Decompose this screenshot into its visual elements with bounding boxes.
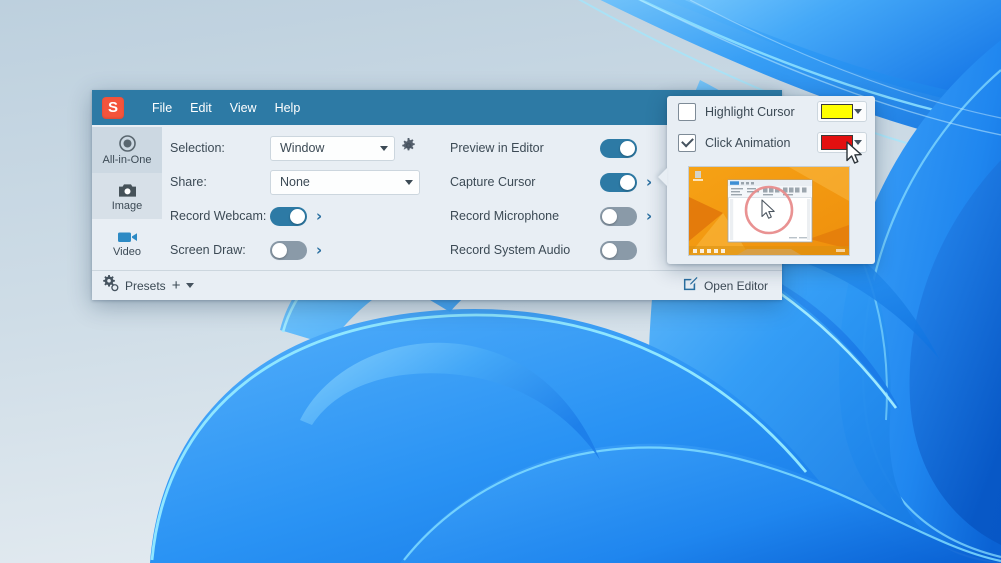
- label-preview-in-editor: Preview in Editor: [450, 141, 600, 155]
- checkbox-highlight-cursor[interactable]: [678, 103, 696, 121]
- color-picker-highlight-cursor[interactable]: [817, 101, 867, 122]
- toggle-capture-cursor[interactable]: [600, 173, 637, 192]
- color-swatch-red: [821, 135, 853, 150]
- selection-dropdown[interactable]: Window: [270, 136, 395, 161]
- chevron-down-icon: [405, 180, 413, 185]
- chevron-right-icon-record-microphone[interactable]: ›: [646, 209, 652, 224]
- click-animation-preview-thumbnail: [688, 166, 850, 256]
- setting-row-selection: Selection: Window: [170, 131, 442, 165]
- label-record-system-audio: Record System Audio: [450, 243, 600, 257]
- presets-group[interactable]: Presets +: [102, 275, 194, 297]
- capture-mode-rail: All-in-One Image Video: [92, 125, 162, 270]
- menu-file[interactable]: File: [143, 97, 181, 119]
- label-selection: Selection:: [170, 141, 270, 155]
- rail-label-all-in-one: All-in-One: [103, 154, 152, 166]
- rail-label-video: Video: [113, 246, 141, 258]
- label-highlight-cursor: Highlight Cursor: [705, 105, 817, 119]
- chevron-down-icon-presets[interactable]: [186, 283, 194, 288]
- open-editor-button[interactable]: Open Editor: [683, 276, 768, 296]
- chevron-right-icon-capture-cursor[interactable]: ›: [646, 175, 652, 190]
- checkbox-click-animation[interactable]: [678, 134, 696, 152]
- color-swatch-yellow: [821, 104, 853, 119]
- setting-row-screen-draw: Screen Draw: ›: [170, 233, 442, 267]
- chevron-down-icon-click-color: [854, 140, 862, 145]
- menu-edit[interactable]: Edit: [181, 97, 221, 119]
- toggle-knob: [290, 209, 305, 224]
- color-picker-click-animation[interactable]: [817, 132, 867, 153]
- toggle-knob: [620, 175, 635, 190]
- capture-cursor-options-popup: Highlight Cursor Click Animation: [667, 96, 875, 264]
- menu-bar: File Edit View Help: [143, 97, 309, 119]
- toggle-knob: [602, 209, 617, 224]
- toggle-record-microphone[interactable]: [600, 207, 637, 226]
- camera-icon: [118, 181, 137, 198]
- rail-item-video[interactable]: Video: [92, 219, 162, 265]
- toggle-preview-in-editor[interactable]: [600, 139, 637, 158]
- video-camera-icon: [117, 227, 138, 244]
- selection-value: Window: [280, 141, 376, 155]
- setting-row-share: Share: None: [170, 165, 442, 199]
- snagit-logo-icon: S: [102, 97, 124, 119]
- share-value: None: [280, 175, 401, 189]
- add-preset-button[interactable]: +: [172, 280, 181, 292]
- editor-pencil-icon: [683, 276, 698, 296]
- popup-row-highlight-cursor: Highlight Cursor: [667, 96, 875, 127]
- toggle-knob: [272, 243, 287, 258]
- presets-label: Presets: [125, 279, 166, 293]
- popup-row-click-animation: Click Animation: [667, 127, 875, 158]
- presets-gear-icon: [102, 275, 119, 297]
- window-footer: Presets + Open Editor: [92, 270, 782, 300]
- menu-help[interactable]: Help: [266, 97, 310, 119]
- chevron-down-icon: [380, 146, 388, 151]
- toggle-screen-draw[interactable]: [270, 241, 307, 260]
- rail-item-all-in-one[interactable]: All-in-One: [92, 127, 162, 173]
- toggle-knob: [620, 141, 635, 156]
- label-screen-draw: Screen Draw:: [170, 243, 270, 257]
- rail-label-image: Image: [112, 200, 143, 212]
- chevron-down-icon-highlight-color: [854, 109, 862, 114]
- chevron-right-icon-screen-draw[interactable]: ›: [316, 243, 322, 258]
- label-record-microphone: Record Microphone: [450, 209, 600, 223]
- popup-pointer-tail: [658, 168, 667, 186]
- check-icon: [681, 135, 694, 148]
- toggle-record-webcam[interactable]: [270, 207, 307, 226]
- toggle-knob: [602, 243, 617, 258]
- label-share: Share:: [170, 175, 270, 189]
- label-capture-cursor: Capture Cursor: [450, 175, 600, 189]
- menu-view[interactable]: View: [221, 97, 266, 119]
- toggle-record-system-audio[interactable]: [600, 241, 637, 260]
- label-record-webcam: Record Webcam:: [170, 209, 270, 223]
- share-dropdown[interactable]: None: [270, 170, 420, 195]
- setting-row-record-webcam: Record Webcam: ›: [170, 199, 442, 233]
- chevron-right-icon-record-webcam[interactable]: ›: [316, 209, 322, 224]
- record-circle-icon: [119, 135, 136, 152]
- settings-column-left: Selection: Window Share: None: [162, 131, 442, 270]
- open-editor-label: Open Editor: [704, 279, 768, 293]
- rail-item-image[interactable]: Image: [92, 173, 162, 219]
- label-click-animation: Click Animation: [705, 136, 817, 150]
- gear-icon[interactable]: [401, 138, 416, 158]
